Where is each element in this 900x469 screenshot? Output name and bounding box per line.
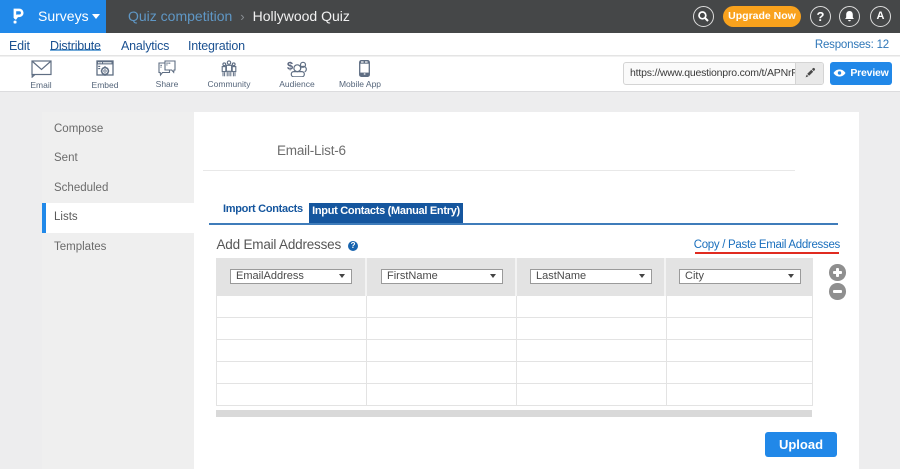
svg-text:$: $ <box>287 61 293 73</box>
